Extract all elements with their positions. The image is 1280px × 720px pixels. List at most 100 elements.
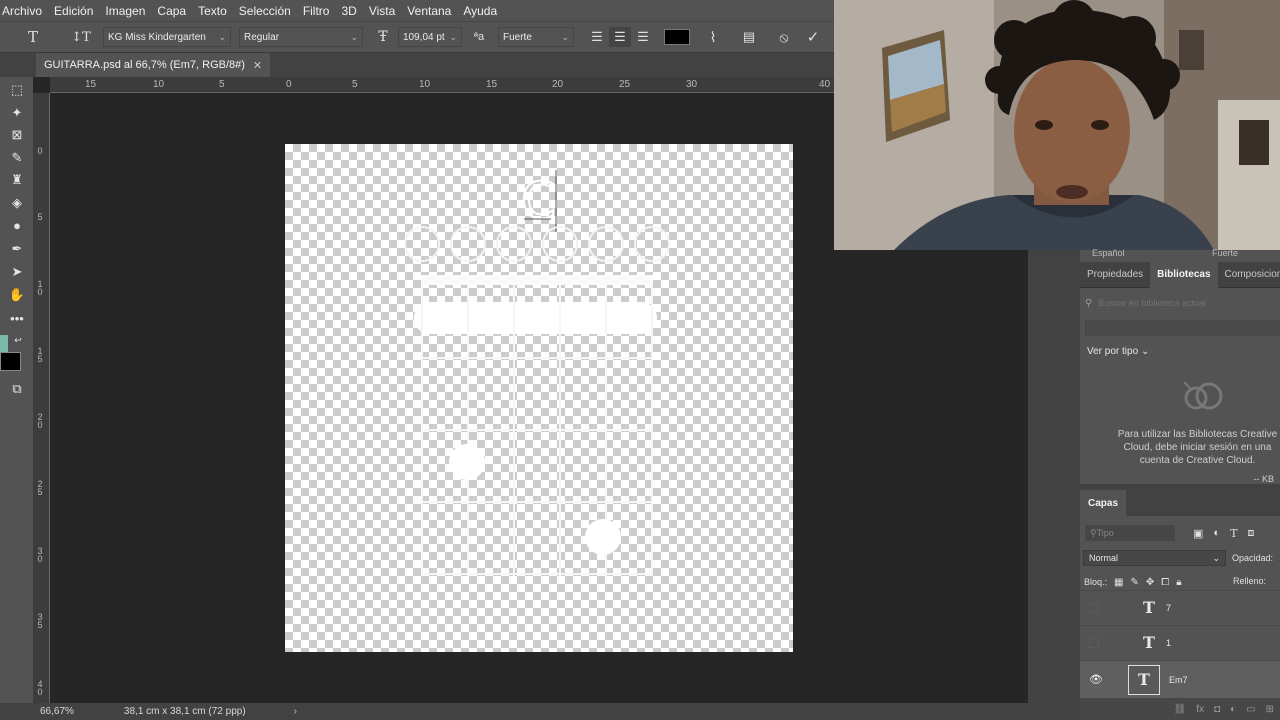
lock-artboard-icon[interactable]: ⧠ (1161, 577, 1169, 588)
canvas-workspace-extension[interactable] (834, 250, 1028, 703)
library-dropdown[interactable] (1085, 320, 1280, 336)
horizontal-ruler: 15 10 5 0 5 10 15 20 25 30 40 (50, 77, 834, 93)
ruler-tick: 5 (352, 79, 358, 90)
layer-row[interactable]: T 7 (1080, 590, 1280, 624)
shape-filter-icon[interactable]: ⧈ (1247, 527, 1254, 540)
document-size: 38,1 cm x 38,1 cm (72 ppp) (123, 706, 246, 717)
library-search-placeholder: Buscar en biblioteca actual (1098, 298, 1206, 308)
warp-text-icon[interactable]: ⌇ (702, 27, 724, 47)
blend-mode-dropdown[interactable]: Normal ⌄ (1083, 550, 1226, 566)
string-status-circles (404, 226, 670, 262)
view-by-type-dropdown[interactable]: Ver por tipo ⌄ (1087, 346, 1149, 357)
adjustment-filter-icon[interactable]: ◐ (1213, 527, 1220, 539)
antialias-icon: ªa (473, 31, 485, 43)
visibility-toggle[interactable] (1089, 602, 1099, 613)
background-color-swatch[interactable] (0, 352, 21, 371)
image-filter-icon[interactable]: ▣ (1193, 527, 1203, 540)
antialias-value[interactable]: Fuerte (1212, 248, 1238, 258)
ruler-tick: 2 0 (37, 412, 43, 430)
stamp-tool-icon[interactable]: ♜ (8, 171, 26, 189)
selection-arrow-icon[interactable]: ➤ (8, 263, 26, 281)
menu-edicion[interactable]: Edición (49, 4, 100, 18)
layer-name: 7 (1166, 602, 1172, 613)
ruler-tick: 25 (619, 79, 631, 90)
lock-transparency-icon[interactable]: ▦ (1114, 577, 1123, 588)
text-orientation-icon[interactable]: ↕T (70, 27, 92, 47)
fill-label: Relleno: (1233, 576, 1267, 586)
menu-filtro[interactable]: Filtro (298, 4, 337, 18)
document-canvas[interactable]: C (285, 144, 793, 652)
library-search[interactable]: ⚲ Buscar en biblioteca actual (1085, 294, 1280, 312)
language-value[interactable]: Español (1092, 248, 1125, 258)
hand-tool-icon[interactable]: ✋ (8, 286, 26, 304)
tab-bibliotecas[interactable]: Bibliotecas (1150, 261, 1218, 288)
type-filter-icon[interactable]: T (1230, 527, 1237, 540)
menu-ayuda[interactable]: Ayuda (458, 4, 504, 18)
frame-tool-icon[interactable]: ⊠ (8, 126, 26, 144)
layers-panel-header: Capas (1080, 490, 1280, 516)
lock-all-icon[interactable]: 🔒︎ (1176, 577, 1181, 588)
marquee-tool-icon[interactable]: ⬚ (8, 81, 26, 99)
layer-row[interactable]: T 1 (1080, 625, 1280, 659)
commit-check-icon[interactable]: ✓ (802, 27, 824, 47)
document-tab[interactable]: GUITARRA.psd al 66,7% (Em7, RGB/8#) ✕ (36, 53, 271, 77)
eraser-icon[interactable]: ◈ (8, 194, 26, 212)
new-group-icon[interactable]: ▭ (1246, 704, 1255, 715)
foreground-color-swatch[interactable] (0, 335, 8, 353)
menu-archivo[interactable]: Archivo (0, 4, 49, 18)
chevron-down-icon: ⌄ (449, 31, 457, 42)
link-layers-icon[interactable]: ⛓ (1174, 704, 1187, 715)
font-style-dropdown[interactable]: Regular ⌄ (239, 27, 363, 47)
text-color-swatch[interactable] (664, 29, 690, 45)
align-right-icon[interactable]: ☰ (632, 27, 654, 47)
lock-position-icon[interactable]: ✥ (1146, 577, 1154, 588)
layers-filter-row: ⚲ Tipo ▣ ◐ T ⧈ (1085, 524, 1280, 542)
tab-composiciones[interactable]: Composiciones de (1218, 262, 1280, 288)
font-size-dropdown[interactable]: 109,04 pt ⌄ (398, 27, 462, 47)
menu-capa[interactable]: Capa (152, 4, 193, 18)
lock-pixels-icon[interactable]: ✎ (1130, 577, 1138, 588)
pen-tool-icon[interactable]: ✒ (8, 240, 26, 258)
character-panel-icon[interactable]: ▤ (738, 27, 760, 47)
antialias-dropdown[interactable]: Fuerte ⌄ (498, 27, 574, 47)
swap-colors-icon[interactable]: ↩ (13, 335, 23, 345)
menu-vista[interactable]: Vista (364, 4, 402, 18)
menu-imagen[interactable]: Imagen (100, 4, 152, 18)
eyedropper-icon[interactable]: ✎ (8, 149, 26, 167)
screen-mode-icon[interactable]: ⧉ (8, 380, 26, 398)
menu-3d[interactable]: 3D (336, 4, 363, 18)
new-layer-icon[interactable]: ⊞ (1266, 704, 1274, 715)
menu-ventana[interactable]: Ventana (402, 4, 458, 18)
type-tool-icon[interactable]: T (22, 27, 44, 47)
font-style-value: Regular (244, 31, 280, 43)
more-tools-icon[interactable]: ••• (8, 309, 26, 327)
blur-tool-icon[interactable]: ● (8, 216, 26, 234)
chevron-right-icon[interactable]: › (294, 706, 297, 717)
layer-filter-input[interactable]: ⚲ Tipo (1085, 525, 1175, 541)
font-family-dropdown[interactable]: KG Miss Kindergarten ⌄ (103, 27, 231, 47)
webcam-person-image (834, 0, 1280, 250)
ruler-tick: 3 5 (37, 612, 43, 630)
ruler-tick: 40 (819, 79, 831, 90)
visibility-toggle[interactable] (1089, 637, 1099, 648)
adjustment-layer-icon[interactable]: ◐ (1230, 704, 1236, 715)
string-circle (450, 226, 486, 262)
magic-wand-icon[interactable]: ✦ (8, 104, 26, 122)
close-icon[interactable]: ✕ (253, 59, 262, 72)
zoom-level[interactable]: 66,67% (40, 706, 74, 717)
chevron-down-icon: ⌄ (1212, 552, 1220, 563)
layer-style-icon[interactable]: fx (1196, 704, 1204, 715)
layer-filter-placeholder: Tipo (1096, 528, 1114, 538)
align-left-icon[interactable]: ☰ (586, 27, 608, 47)
menu-seleccion[interactable]: Selección (234, 4, 298, 18)
add-mask-icon[interactable]: ◘ (1214, 704, 1220, 715)
chord-name-text[interactable]: C (520, 171, 557, 231)
cancel-icon[interactable]: ⦸ (773, 27, 795, 47)
tab-capas[interactable]: Capas (1080, 490, 1127, 516)
align-center-icon[interactable]: ☰ (609, 27, 631, 47)
eye-icon[interactable]: 👁︎ (1089, 674, 1103, 686)
layer-row-selected[interactable]: 👁︎ T Em7 (1080, 660, 1280, 698)
tab-propiedades[interactable]: Propiedades (1080, 262, 1150, 288)
ruler-tick: 5 (219, 79, 225, 90)
menu-texto[interactable]: Texto (193, 4, 234, 18)
